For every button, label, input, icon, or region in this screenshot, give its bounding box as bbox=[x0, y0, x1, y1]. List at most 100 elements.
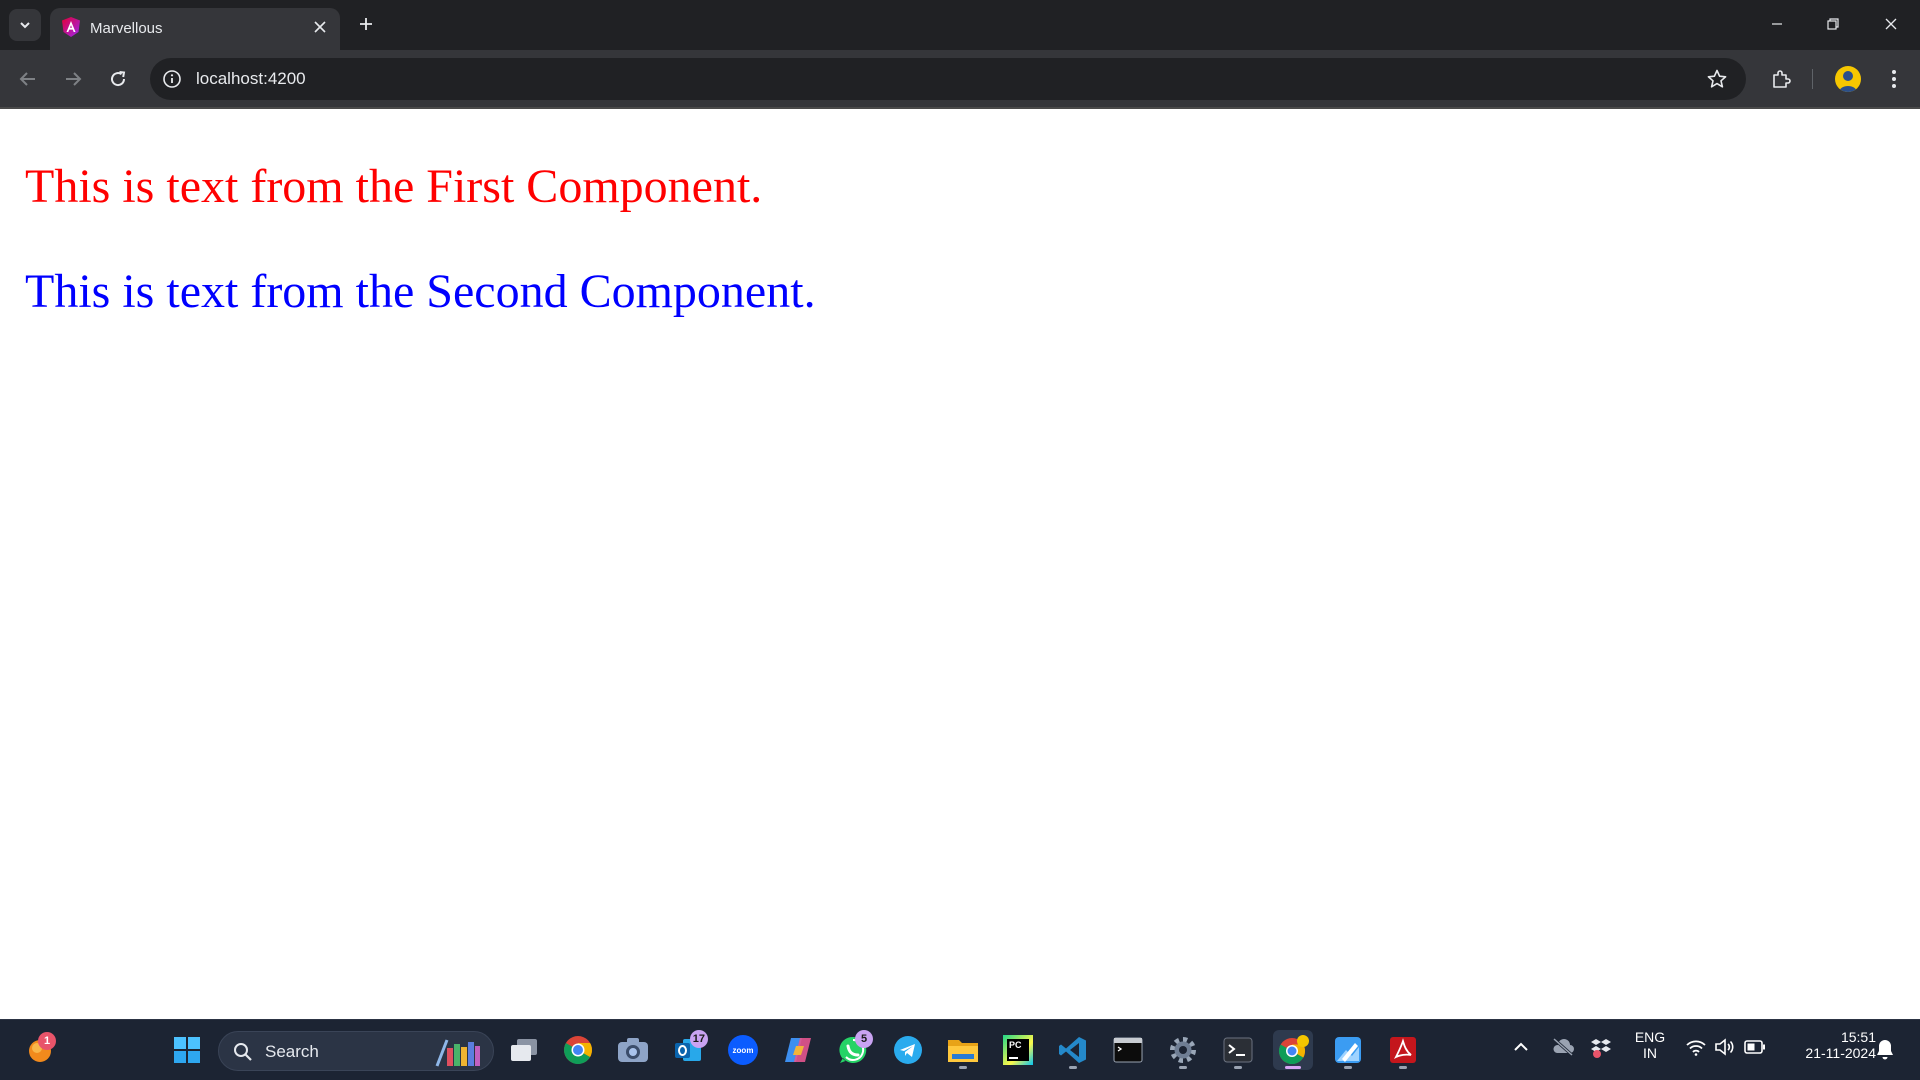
start-button[interactable] bbox=[167, 1030, 207, 1070]
running-indicator bbox=[1179, 1066, 1187, 1069]
forward-button[interactable] bbox=[58, 64, 88, 94]
browser-tab-strip: Marvellous bbox=[0, 0, 1920, 50]
info-icon[interactable] bbox=[162, 69, 182, 89]
new-tab-button[interactable] bbox=[352, 10, 380, 38]
close-window-button[interactable] bbox=[1868, 8, 1914, 40]
extensions-button[interactable] bbox=[1767, 65, 1795, 93]
taskbar-terminal[interactable] bbox=[1218, 1030, 1258, 1070]
zoom-icon: zoom bbox=[728, 1035, 758, 1065]
running-indicator bbox=[959, 1066, 967, 1069]
task-view-icon bbox=[511, 1039, 537, 1061]
avatar-image-icon bbox=[1839, 71, 1857, 92]
dropbox-tray[interactable] bbox=[1590, 1037, 1612, 1064]
cloud-offline-icon bbox=[1553, 1037, 1574, 1057]
reload-icon bbox=[111, 71, 126, 87]
taskbar-whatsapp[interactable]: 5 bbox=[833, 1030, 873, 1070]
battery-icon bbox=[1744, 1040, 1765, 1054]
taskbar-chrome-active[interactable] bbox=[1273, 1030, 1313, 1070]
dropbox-icon bbox=[1591, 1039, 1611, 1058]
language-line1: ENG bbox=[1634, 1029, 1666, 1045]
taskbar-copilot[interactable] bbox=[778, 1030, 818, 1070]
minimize-icon bbox=[1772, 23, 1782, 25]
taskbar-pycharm[interactable]: PC bbox=[998, 1030, 1038, 1070]
whatsapp-badge: 5 bbox=[855, 1030, 873, 1048]
minimize-button[interactable] bbox=[1754, 8, 1800, 40]
taskbar-file-explorer[interactable] bbox=[943, 1030, 983, 1070]
outlook-badge: 17 bbox=[689, 1030, 708, 1048]
url-text[interactable]: localhost:4200 bbox=[196, 69, 306, 89]
zoom-icon-label: zoom bbox=[732, 1045, 754, 1055]
taskbar-photos[interactable] bbox=[1328, 1030, 1368, 1070]
taskbar-vscode[interactable] bbox=[1053, 1030, 1093, 1070]
running-indicator bbox=[1399, 1066, 1407, 1069]
arrow-right-icon bbox=[66, 72, 82, 86]
chrome-profile-icon bbox=[1278, 1035, 1309, 1065]
battery-tray[interactable] bbox=[1744, 1039, 1766, 1060]
clock[interactable]: 15:51 21-11-2024 bbox=[1782, 1029, 1876, 1061]
profile-avatar[interactable] bbox=[1835, 66, 1861, 92]
taskbar-camera[interactable] bbox=[613, 1030, 653, 1070]
telegram-icon bbox=[894, 1036, 922, 1064]
taskbar-zoom[interactable]: zoom bbox=[723, 1030, 763, 1070]
onedrive-tray[interactable] bbox=[1551, 1037, 1575, 1062]
chevron-down-icon bbox=[20, 22, 30, 29]
wifi-tray[interactable] bbox=[1685, 1038, 1707, 1061]
search-highlight-books-icon bbox=[435, 1039, 480, 1067]
taskbar-command-prompt[interactable] bbox=[1108, 1030, 1148, 1070]
wifi-icon bbox=[1686, 1040, 1706, 1056]
back-button[interactable] bbox=[13, 64, 43, 94]
tab-close-button[interactable] bbox=[310, 17, 330, 37]
restore-icon bbox=[1827, 18, 1839, 30]
running-indicator bbox=[1069, 1066, 1077, 1069]
restore-button[interactable] bbox=[1810, 8, 1856, 40]
gear-icon bbox=[1170, 1037, 1196, 1063]
plus-icon bbox=[360, 18, 372, 30]
chrome-icon bbox=[564, 1036, 592, 1064]
clock-time: 15:51 bbox=[1840, 1029, 1876, 1045]
command-prompt-icon bbox=[1113, 1037, 1143, 1063]
taskbar-settings[interactable] bbox=[1163, 1030, 1203, 1070]
kebab-menu-icon bbox=[1892, 70, 1896, 88]
windows-taskbar: 1 Search 17 zoom 5 PC ENG IN 15:51 21-11… bbox=[0, 1019, 1920, 1080]
reload-button[interactable] bbox=[103, 64, 133, 94]
search-icon bbox=[234, 1043, 252, 1061]
clock-date: 21-11-2024 bbox=[1805, 1045, 1876, 1061]
show-hidden-icons-button[interactable] bbox=[1512, 1038, 1530, 1061]
tab-title: Marvellous bbox=[90, 20, 163, 37]
volume-tray[interactable] bbox=[1714, 1038, 1736, 1061]
pycharm-icon-label: PC bbox=[1009, 1040, 1022, 1050]
terminal-icon bbox=[1223, 1037, 1253, 1063]
taskbar-outlook[interactable]: 17 bbox=[668, 1030, 708, 1070]
tab-marvellous[interactable]: Marvellous bbox=[50, 8, 340, 50]
camera-icon bbox=[618, 1038, 648, 1062]
copilot-icon bbox=[785, 1038, 811, 1062]
taskbar-search-box[interactable]: Search bbox=[218, 1031, 494, 1071]
taskbar-telegram[interactable] bbox=[888, 1030, 928, 1070]
close-icon bbox=[314, 21, 326, 33]
taskbar-chrome[interactable] bbox=[558, 1030, 598, 1070]
address-bar[interactable]: localhost:4200 bbox=[150, 58, 1746, 100]
windows-logo-icon bbox=[174, 1037, 200, 1063]
bell-icon bbox=[1877, 1040, 1893, 1060]
notifications-button[interactable] bbox=[1875, 1038, 1895, 1065]
running-indicator bbox=[1234, 1066, 1242, 1069]
star-icon[interactable] bbox=[1706, 68, 1728, 90]
task-view-button[interactable] bbox=[504, 1030, 544, 1070]
angular-favicon-icon bbox=[62, 17, 80, 37]
second-component-text: This is text from the Second Component. bbox=[25, 265, 816, 318]
toolbar-separator bbox=[1812, 69, 1813, 89]
language-line2: IN bbox=[1643, 1045, 1657, 1061]
browser-toolbar: localhost:4200 bbox=[0, 50, 1920, 108]
running-indicator bbox=[1344, 1066, 1352, 1069]
puzzle-icon bbox=[1773, 70, 1791, 88]
pycharm-icon: PC bbox=[1003, 1035, 1033, 1065]
taskbar-acrobat[interactable] bbox=[1383, 1030, 1423, 1070]
language-indicator[interactable]: ENG IN bbox=[1630, 1029, 1670, 1061]
first-component-text: This is text from the First Component. bbox=[25, 160, 763, 213]
weather-widget[interactable]: 1 bbox=[20, 1030, 60, 1070]
search-label: Search bbox=[265, 1042, 319, 1061]
page-content: This is text from the First Component. T… bbox=[0, 109, 1920, 1019]
tab-search-button[interactable] bbox=[9, 9, 41, 41]
browser-menu-button[interactable] bbox=[1880, 65, 1908, 93]
vscode-icon bbox=[1059, 1037, 1086, 1063]
